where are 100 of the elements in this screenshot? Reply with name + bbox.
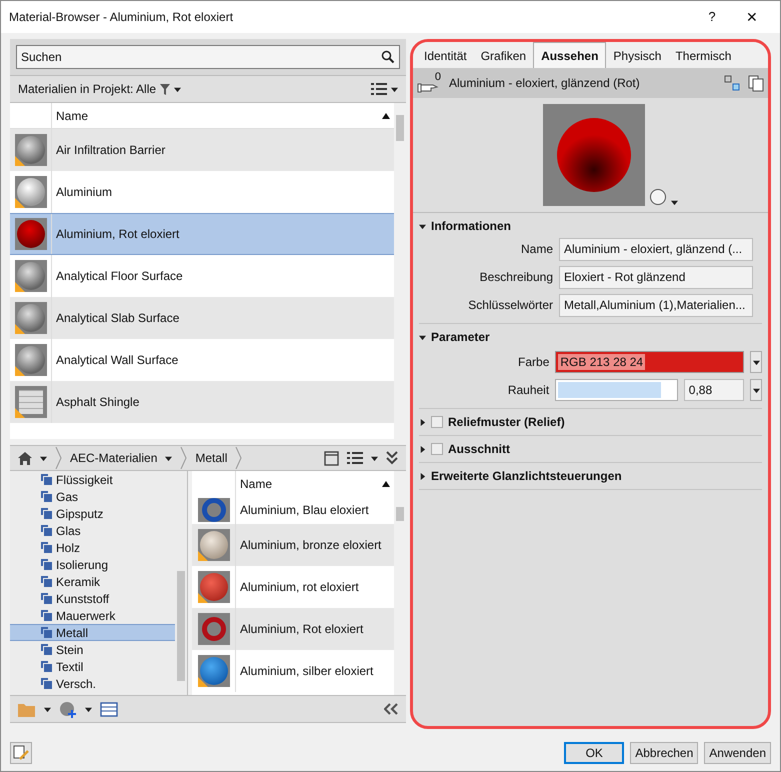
library-icon [41,610,52,621]
library-icon [41,576,52,587]
material-row[interactable]: Aluminium, Rot eloxiert [10,213,394,255]
dropdown-button[interactable] [750,351,762,373]
sphere-icon[interactable] [649,188,667,206]
caret-icon [419,418,426,426]
caret-icon [419,446,426,452]
tree-item[interactable]: Gipsputz [10,505,175,522]
dialog-button[interactable]: Abbrechen [630,742,698,764]
tab[interactable]: Grafiken [474,44,534,68]
section-header[interactable]: Informationen [419,217,762,235]
add-material-icon[interactable] [59,700,77,718]
checkbox[interactable] [431,443,443,455]
section-header[interactable]: Parameter [419,328,762,346]
material-name: Aluminium, silber eloxiert [239,663,374,680]
tree-item[interactable]: Stein [10,641,175,658]
material-name: Aluminium, Rot eloxiert [239,621,364,638]
tree-item[interactable]: Glas [10,522,175,539]
caret-icon [419,472,426,480]
field-label: Beschreibung [478,269,553,286]
collapse-icon[interactable] [384,703,398,715]
window-title: Material-Browser - Aluminium, Rot eloxiert [9,9,234,26]
library-icon [41,627,52,638]
search-icon[interactable] [381,50,395,64]
duplicate-icon[interactable] [748,74,764,92]
library-icon [41,644,52,655]
tree-item[interactable]: Keramik [10,573,175,590]
caret-icon [391,86,398,92]
breadcrumb-item[interactable]: Metall [195,449,228,467]
asset-title: Aluminium - eloxiert, glänzend (Rot) [449,75,641,92]
field-label: Farbe [517,354,550,371]
library-row[interactable]: Aluminium, Rot eloxiert [192,608,394,650]
panel-icon[interactable] [100,702,118,716]
tree-item[interactable]: Kunststoff [10,590,175,607]
slider-track[interactable] [555,379,678,401]
tree-item[interactable]: Gas [10,488,175,505]
tree-item[interactable]: Metall [10,624,175,641]
tab[interactable]: Aussehen [533,42,606,68]
list-view-icon[interactable] [347,451,363,465]
hand-icon [417,81,439,93]
chevron-right-icon [55,447,62,469]
search-field[interactable]: Suchen [16,45,400,69]
help-button[interactable]: ? [692,7,732,27]
checkbox[interactable] [431,416,443,428]
dialog-button[interactable]: OK [564,742,624,764]
tree-item[interactable]: Versch. [10,675,175,692]
panel-icon[interactable] [324,450,339,466]
library-icon [41,508,52,519]
text-field[interactable]: Metall,Aluminium (1),Materialien... [559,294,753,316]
field-label: Rauheit [506,382,550,399]
value-field[interactable]: 0,88 [684,379,744,401]
text-field[interactable]: Aluminium - eloxiert, glänzend (... [559,238,753,260]
field-label: Schlüsselwörter [467,297,553,314]
home-icon[interactable] [18,452,32,464]
scrollbar[interactable] [394,471,406,695]
column-header[interactable]: Name [52,106,382,124]
caret-icon [419,222,426,230]
tree-item[interactable]: Textil [10,658,175,675]
sort-icon[interactable] [382,480,390,486]
tree-item[interactable]: Mauerwerk [10,607,175,624]
material-row[interactable]: Analytical Slab Surface [10,297,394,339]
material-name: Aluminium, rot eloxiert [239,579,359,596]
material-row[interactable]: Asphalt Shingle [10,381,394,423]
library-icon [41,559,52,570]
text-field[interactable]: Eloxiert - Rot glänzend [559,266,753,288]
chevron-right-icon [235,447,242,469]
tab[interactable]: Thermisch [668,44,738,68]
swap-icon[interactable] [724,75,740,91]
color-field[interactable]: RGB 213 28 24 [555,351,744,373]
sort-icon[interactable] [382,112,390,118]
caret-icon [371,454,378,462]
library-icon [41,593,52,604]
section-header[interactable]: Erweiterte Glanzlichtsteuerungen [419,467,762,485]
tab[interactable]: Identität [417,44,474,68]
breadcrumb-item[interactable]: AEC-Materialien [70,449,158,467]
list-view-icon[interactable] [371,82,387,96]
chevron-right-icon [180,447,188,469]
tree-item[interactable]: Holz [10,539,175,556]
section-header[interactable]: Ausschnitt [419,440,762,458]
dropdown-button[interactable] [750,379,762,401]
caret-icon [752,386,760,394]
material-row[interactable]: Air Infiltration Barrier [10,129,394,171]
library-icon [41,491,52,502]
caret-icon [174,86,182,92]
edit-icon[interactable] [10,742,32,764]
tab[interactable]: Physisch [606,44,668,68]
field-label: Name [520,241,553,258]
filter-icon[interactable] [160,84,170,94]
library-icon [41,678,52,689]
caret-icon [44,706,51,712]
close-button[interactable]: ✕ [732,6,772,28]
column-header[interactable]: Name [236,474,382,492]
library-row[interactable]: Aluminium, bronze eloxiert [192,524,394,566]
section-header[interactable]: Reliefmuster (Relief) [419,413,762,431]
material-name: Aluminium, bronze eloxiert [239,537,382,554]
tree-item[interactable]: Isolierung [10,556,175,573]
tree-item[interactable]: Flüssigkeit [10,471,175,488]
chevrons-down-icon[interactable] [386,451,398,465]
library-icon [41,474,52,485]
dialog-button[interactable]: Anwenden [704,742,771,764]
